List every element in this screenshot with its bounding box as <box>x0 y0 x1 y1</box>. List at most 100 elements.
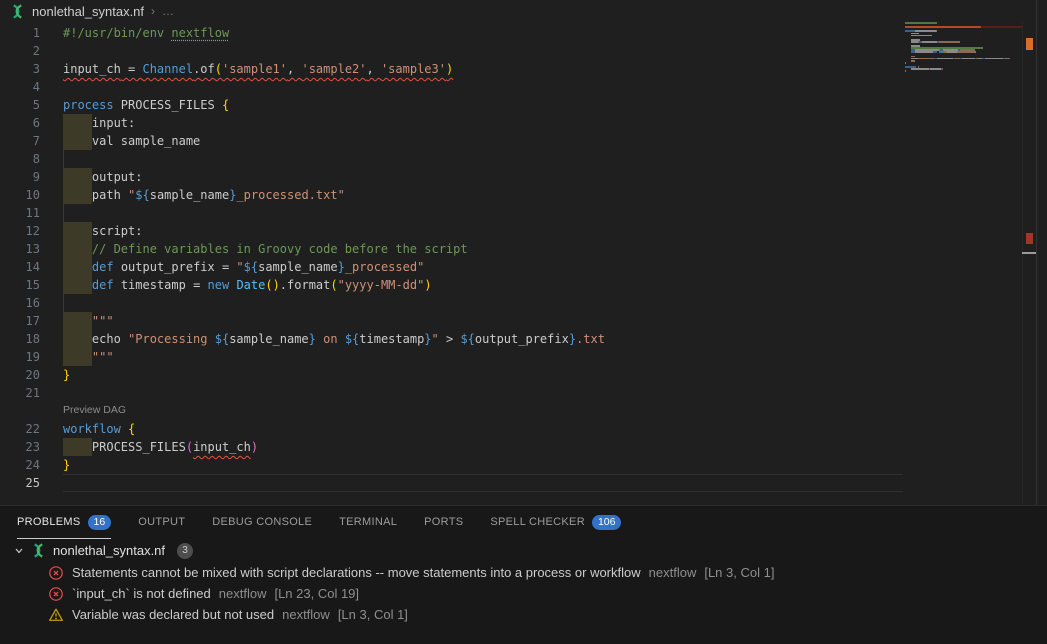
line-number[interactable]: 9 <box>0 168 40 186</box>
line-number[interactable]: 8 <box>0 150 40 168</box>
code-line-21[interactable]: 21 <box>0 384 903 402</box>
breadcrumb[interactable]: nonlethal_syntax.nf › … <box>0 0 1047 22</box>
code-line-13[interactable]: 13 // Define variables in Groovy code be… <box>0 240 903 258</box>
line-content[interactable]: """ <box>63 348 903 366</box>
line-number[interactable]: 5 <box>0 96 40 114</box>
panel-tab-problems[interactable]: PROBLEMS16 <box>17 506 111 539</box>
panel-tab-debug-console[interactable]: DEBUG CONSOLE <box>212 506 312 539</box>
line-number[interactable]: 15 <box>0 276 40 294</box>
line-number[interactable]: 4 <box>0 78 40 96</box>
line-number[interactable]: 3 <box>0 60 40 78</box>
code-line-15[interactable]: 15 def timestamp = new Date().format("yy… <box>0 276 903 294</box>
problem-row[interactable]: Statements cannot be mixed with script d… <box>0 562 1047 583</box>
line-content[interactable]: path "${sample_name}_processed.txt" <box>63 186 903 204</box>
line-content[interactable]: def timestamp = new Date().format("yyyy-… <box>63 276 903 294</box>
line-content[interactable]: """ <box>63 312 903 330</box>
code-line-10[interactable]: 10 path "${sample_name}_processed.txt" <box>0 186 903 204</box>
line-content[interactable] <box>63 294 903 312</box>
panel-tab-ports[interactable]: PORTS <box>424 506 463 539</box>
breadcrumb-ellipsis[interactable]: … <box>162 4 174 18</box>
line-number[interactable]: 18 <box>0 330 40 348</box>
code-line-3[interactable]: 3 input_ch = Channel.of('sample1', 'sampl… <box>0 60 903 78</box>
panel-tab-spell-checker[interactable]: SPELL CHECKER106 <box>490 506 621 539</box>
line-number[interactable]: 25 <box>0 474 40 492</box>
code-line-1[interactable]: 1 #!/usr/bin/env nextflow <box>0 24 903 42</box>
code-token: ( <box>330 278 337 292</box>
line-number[interactable]: 12 <box>0 222 40 240</box>
line-content[interactable] <box>63 384 903 402</box>
code-line-5[interactable]: 5 process PROCESS_FILES { <box>0 96 903 114</box>
line-number[interactable]: 17 <box>0 312 40 330</box>
nextflow-logo-icon <box>10 4 25 19</box>
code-line-16[interactable]: 16 <box>0 294 903 312</box>
code-line-24[interactable]: 24} <box>0 456 903 474</box>
line-content[interactable] <box>63 150 903 168</box>
line-content[interactable]: val sample_name <box>63 132 903 150</box>
line-content[interactable]: } <box>63 456 903 474</box>
code-line-14[interactable]: 14 def output_prefix = "${sample_name}_p… <box>0 258 903 276</box>
panel-tab-output[interactable]: OUTPUT <box>138 506 185 539</box>
line-number[interactable]: 20 <box>0 366 40 384</box>
line-content[interactable] <box>63 78 903 96</box>
line-number[interactable]: 7 <box>0 132 40 150</box>
line-number[interactable]: 24 <box>0 456 40 474</box>
line-content[interactable] <box>63 474 903 492</box>
code-line-2[interactable]: 2 <box>0 42 903 60</box>
code-line-12[interactable]: 12 script: <box>0 222 903 240</box>
line-content[interactable]: def output_prefix = "${sample_name}_proc… <box>63 258 903 276</box>
code-line-11[interactable]: 11 <box>0 204 903 222</box>
code-line-18[interactable]: 18 echo "Processing ${sample_name} on ${… <box>0 330 903 348</box>
line-content[interactable]: input_ch = Channel.of('sample1', 'sample… <box>63 60 903 78</box>
line-number[interactable]: 16 <box>0 294 40 312</box>
line-content[interactable]: script: <box>63 222 903 240</box>
line-content[interactable]: #!/usr/bin/env nextflow <box>63 24 903 42</box>
code-line-23[interactable]: 23 PROCESS_FILES(input_ch) <box>0 438 903 456</box>
line-content[interactable] <box>63 42 903 60</box>
line-content[interactable]: } <box>63 366 903 384</box>
code-line-22[interactable]: 22 workflow { <box>0 420 903 438</box>
code-lines[interactable]: 1 #!/usr/bin/env nextflow 23 input_ch = Cha… <box>0 24 903 492</box>
chevron-down-icon[interactable] <box>14 546 24 556</box>
line-number[interactable]: 14 <box>0 258 40 276</box>
line-number[interactable]: 13 <box>0 240 40 258</box>
line-number[interactable]: 19 <box>0 348 40 366</box>
line-content[interactable]: workflow { <box>63 420 903 438</box>
code-line-7[interactable]: 7 val sample_name <box>0 132 903 150</box>
code-line-20[interactable]: 20} <box>0 366 903 384</box>
codelens-preview-dag[interactable]: Preview DAG <box>0 402 903 420</box>
line-number[interactable]: 1 <box>0 24 40 42</box>
line-content[interactable]: output: <box>63 168 903 186</box>
line-content[interactable]: echo "Processing ${sample_name} on ${tim… <box>63 330 903 348</box>
line-number[interactable]: 11 <box>0 204 40 222</box>
code-line-25[interactable]: 25 <box>0 474 903 492</box>
line-number[interactable]: 22 <box>0 420 40 438</box>
line-content[interactable]: // Define variables in Groovy code befor… <box>63 240 903 258</box>
problems-file-row[interactable]: nonlethal_syntax.nf 3 <box>0 539 1047 562</box>
code-line-9[interactable]: 9 output: <box>0 168 903 186</box>
line-content[interactable]: process PROCESS_FILES { <box>63 96 903 114</box>
line-number[interactable]: 10 <box>0 186 40 204</box>
code-token: sample_name <box>229 332 308 346</box>
line-number[interactable]: 21 <box>0 384 40 402</box>
code-line-17[interactable]: 17 """ <box>0 312 903 330</box>
line-number[interactable]: 6 <box>0 114 40 132</box>
error-circle-icon <box>48 586 64 602</box>
minimap[interactable] <box>905 22 1022 505</box>
panel-tab-terminal[interactable]: TERMINAL <box>339 506 397 539</box>
line-number[interactable]: 2 <box>0 42 40 60</box>
code-line-19[interactable]: 19 """ <box>0 348 903 366</box>
code-line-4[interactable]: 4 <box>0 78 903 96</box>
code-line-8[interactable]: 8 <box>0 150 903 168</box>
problem-message: `input_ch` is not defined <box>72 586 211 601</box>
problem-row[interactable]: Variable was declared but not usednextfl… <box>0 604 1047 625</box>
breadcrumb-file-name[interactable]: nonlethal_syntax.nf <box>32 4 144 19</box>
line-content[interactable] <box>63 204 903 222</box>
overview-ruler[interactable] <box>1022 22 1037 505</box>
line-content[interactable]: input: <box>63 114 903 132</box>
line-number[interactable]: 23 <box>0 438 40 456</box>
minimap-segment <box>1004 58 1010 60</box>
code-line-6[interactable]: 6 input: <box>0 114 903 132</box>
problem-row[interactable]: `input_ch` is not definednextflow[Ln 23,… <box>0 583 1047 604</box>
code-editor[interactable]: 1 #!/usr/bin/env nextflow 23 input_ch = Cha… <box>0 22 1047 505</box>
line-content[interactable]: PROCESS_FILES(input_ch) <box>63 438 903 456</box>
